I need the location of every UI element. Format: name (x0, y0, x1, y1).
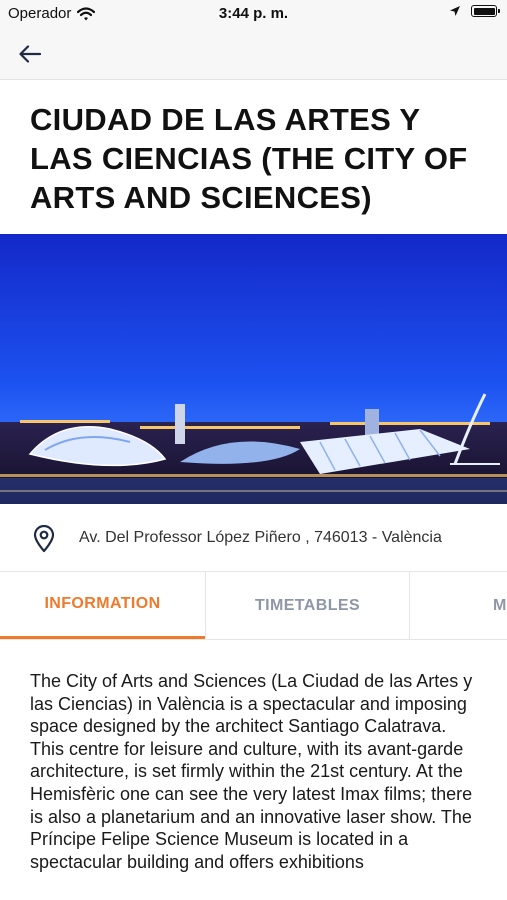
status-bar: Operador 3:44 p. m. (0, 0, 507, 28)
arrow-left-icon (19, 45, 41, 63)
tab-information[interactable]: INFORMATION (0, 572, 205, 639)
battery-icon (471, 5, 500, 17)
address-text: Av. Del Professor López Piñero , 746013 … (79, 529, 442, 546)
tab-bar: INFORMATION TIMETABLES M (0, 572, 507, 640)
location-arrow-icon (450, 6, 460, 16)
status-time: 3:44 p. m. (218, 5, 289, 22)
back-button[interactable] (14, 38, 46, 70)
address-row[interactable]: Av. Del Professor López Piñero , 746013 … (0, 504, 507, 572)
tab-timetables[interactable]: TIMETABLES (205, 572, 410, 639)
navigation-bar (0, 28, 507, 80)
page-title: CIUDAD DE LAS ARTES Y LAS CIENCIAS (THE … (30, 102, 468, 215)
description-text: The City of Arts and Sciences (La Ciudad… (30, 671, 473, 872)
map-pin-icon (33, 525, 55, 553)
status-right-group (449, 5, 500, 17)
tab-more-partial[interactable]: M (411, 572, 507, 639)
hero-image (0, 234, 507, 504)
